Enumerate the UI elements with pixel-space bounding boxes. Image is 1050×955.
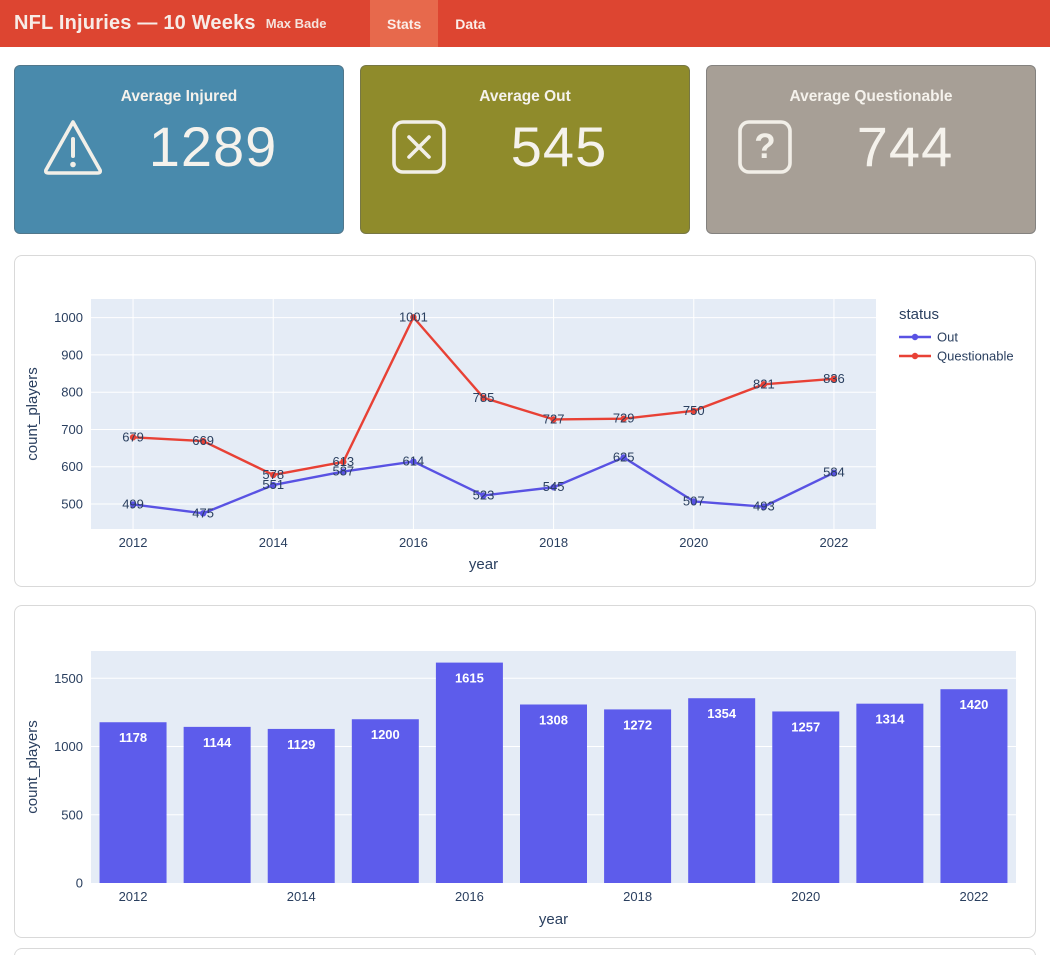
bar-value-label: 1200 (371, 727, 400, 742)
bar-2012[interactable] (100, 722, 167, 883)
data-point-label: 475 (192, 505, 214, 520)
bar-value-label: 1354 (707, 706, 737, 721)
y-tick-label: 500 (61, 497, 83, 512)
data-point-label: 523 (473, 487, 495, 502)
data-point-label: 1001 (399, 309, 428, 324)
x-tick-label: 2020 (791, 889, 820, 904)
card-average-injured: Average Injured 1289 (14, 65, 344, 234)
data-point-label: 821 (753, 376, 775, 391)
x-tick-label: 2012 (119, 889, 148, 904)
card-average-questionable: Average Questionable ? 744 (706, 65, 1036, 234)
bar-value-label: 1129 (287, 737, 315, 752)
y-tick-label: 900 (61, 347, 83, 362)
data-point-label: 578 (262, 467, 284, 482)
bar-value-label: 1257 (791, 719, 820, 734)
x-tick-label: 2022 (959, 889, 988, 904)
next-panel-edge (14, 948, 1036, 955)
tab-stats[interactable]: Stats (370, 0, 438, 47)
x-tick-label: 2018 (623, 889, 652, 904)
y-tick-label: 1500 (54, 671, 83, 686)
x-tick-label: 2018 (539, 535, 568, 550)
bar-2019[interactable] (688, 698, 755, 883)
app-title: NFL Injuries — 10 Weeks (14, 12, 256, 35)
legend-item-questionable[interactable]: Questionable (899, 349, 1014, 364)
y-tick-label: 1000 (54, 739, 83, 754)
legend-item-out[interactable]: Out (899, 330, 958, 345)
app-author: Max Bade (266, 16, 327, 31)
bar-2013[interactable] (184, 727, 251, 883)
bar-value-label: 1615 (455, 671, 484, 686)
data-point-label: 545 (543, 479, 565, 494)
line-chart-panel: 500 600 700 800 900 1000 2012 2014 2016 2018 2020 2… (14, 255, 1036, 587)
x-axis-title: year (539, 911, 568, 928)
bar-2014[interactable] (268, 729, 335, 883)
legend-label: Out (937, 330, 958, 345)
y-tick-label: 700 (61, 422, 83, 437)
tab-bar: Stats Data (370, 0, 503, 47)
y-tick-label: 1000 (54, 310, 83, 325)
bar-value-label: 1178 (119, 730, 147, 745)
data-point-label: 614 (403, 454, 425, 469)
x-square-icon (387, 115, 451, 179)
card-value: 545 (451, 114, 689, 179)
bar-chart-svg: 0 500 1000 1500 2012 2014 2016 2018 2020 2022 year… (15, 606, 1035, 937)
data-point-label: 727 (543, 411, 565, 426)
bar-2021[interactable] (856, 704, 923, 883)
bar-2022[interactable] (940, 689, 1007, 883)
x-tick-label: 2020 (679, 535, 708, 550)
card-average-out: Average Out 545 (360, 65, 690, 234)
legend-title: status (899, 306, 939, 323)
x-tick-label: 2012 (119, 535, 148, 550)
data-point-label: 785 (473, 390, 495, 405)
data-point-label: 836 (823, 371, 845, 386)
x-axis-title: year (469, 556, 498, 573)
y-tick-label: 800 (61, 385, 83, 400)
bar-2020[interactable] (772, 711, 839, 883)
data-point-label: 625 (613, 449, 635, 464)
data-point-label: 493 (753, 499, 775, 514)
bar-2018[interactable] (604, 709, 671, 883)
bar-value-label: 1420 (959, 697, 988, 712)
bar-chart-panel: 0 500 1000 1500 2012 2014 2016 2018 2020 2022 year… (14, 605, 1036, 938)
x-tick-label: 2022 (819, 535, 848, 550)
data-point-label: 729 (613, 411, 635, 426)
y-tick-label: 600 (61, 459, 83, 474)
bar-2016[interactable] (436, 663, 503, 883)
card-value: 1289 (105, 114, 343, 179)
data-point-label: 613 (332, 454, 354, 469)
question-square-icon: ? (733, 115, 797, 179)
data-point-label: 507 (683, 493, 705, 508)
card-title: Average Questionable (707, 88, 1035, 106)
card-title: Average Injured (15, 88, 343, 106)
card-title: Average Out (361, 88, 689, 106)
data-point-label: 499 (122, 496, 144, 511)
card-value: 744 (797, 114, 1035, 179)
data-point-label: 679 (122, 429, 144, 444)
y-axis-title: count_players (24, 720, 41, 813)
app-header: NFL Injuries — 10 Weeks Max Bade Stats D… (0, 0, 1050, 47)
line-chart-svg: 500 600 700 800 900 1000 2012 2014 2016 2018 2020 2… (15, 256, 1035, 586)
bar-value-label: 1144 (203, 735, 232, 750)
data-point-label: 750 (683, 403, 705, 418)
bar-2015[interactable] (352, 719, 419, 883)
legend-label: Questionable (937, 349, 1014, 364)
x-tick-label: 2014 (259, 535, 288, 550)
y-tick-label: 500 (61, 807, 83, 822)
y-axis-title: count_players (24, 367, 41, 460)
tab-data[interactable]: Data (438, 0, 502, 47)
data-point-label: 669 (192, 433, 214, 448)
bar-value-label: 1272 (623, 717, 652, 732)
x-tick-label: 2016 (399, 535, 428, 550)
svg-text:?: ? (754, 127, 775, 166)
bar-value-label: 1308 (539, 712, 568, 727)
dashboard: NFL Injuries — 10 Weeks Max Bade Stats D… (0, 0, 1050, 955)
y-tick-label: 0 (76, 876, 83, 891)
x-tick-label: 2014 (287, 889, 316, 904)
warning-triangle-icon (41, 115, 105, 179)
bar-2017[interactable] (520, 704, 587, 883)
data-point-label: 584 (823, 465, 845, 480)
x-tick-label: 2016 (455, 889, 484, 904)
bar-value-label: 1314 (875, 712, 905, 727)
